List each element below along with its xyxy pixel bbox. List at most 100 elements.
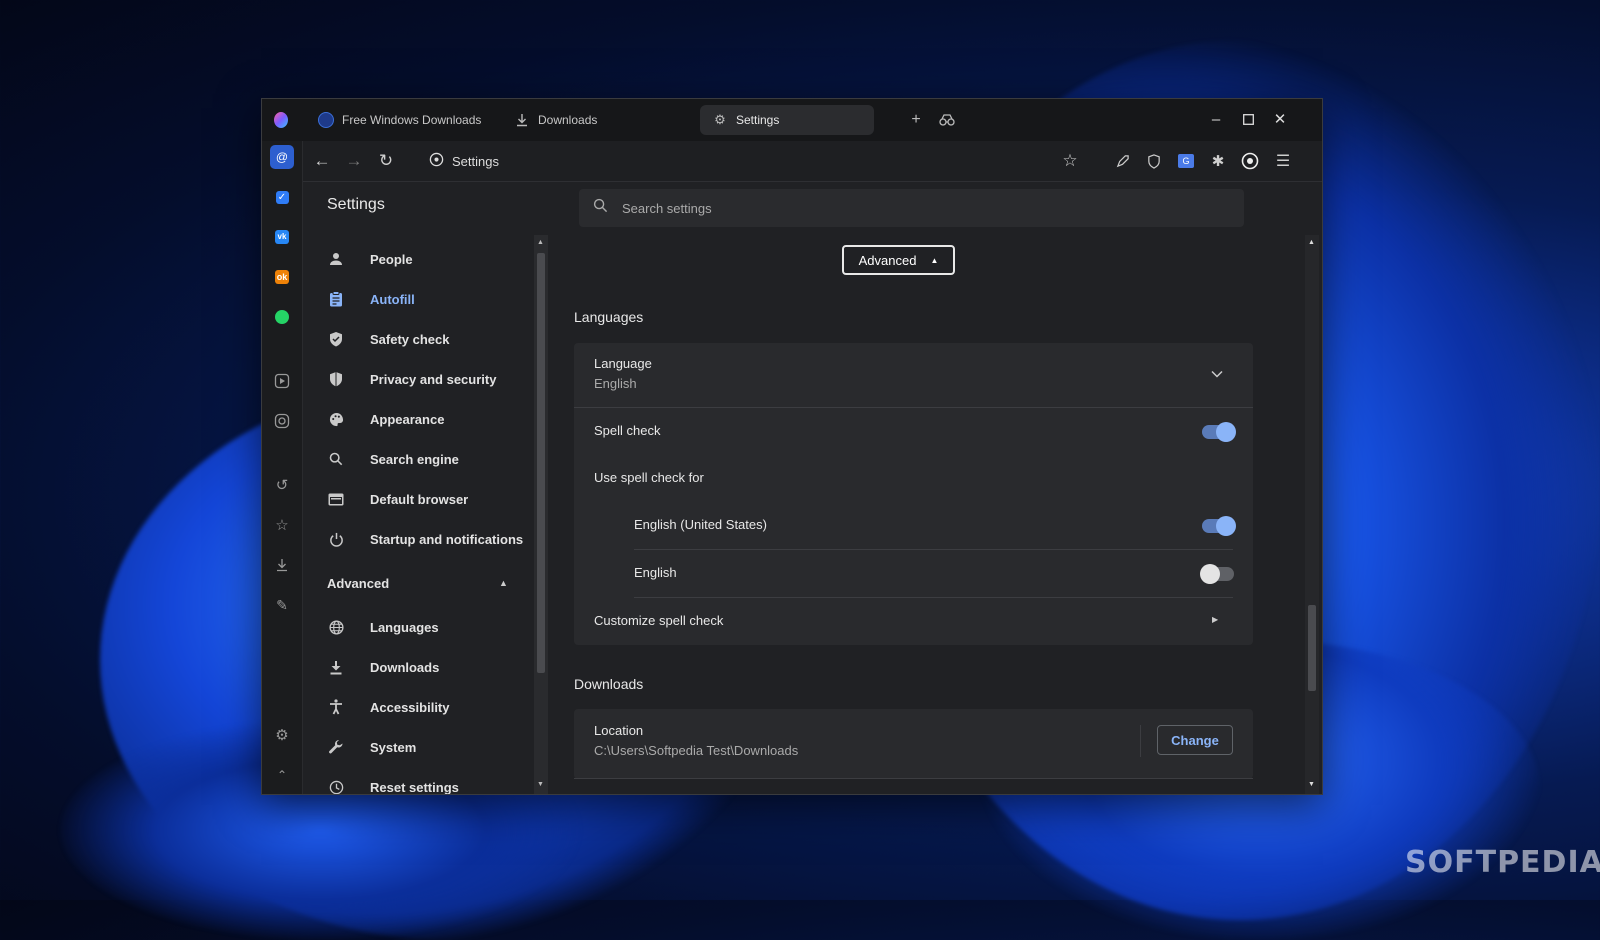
- search-icon: [593, 198, 608, 218]
- wrench-icon: [327, 738, 345, 756]
- scroll-thumb[interactable]: [537, 253, 545, 673]
- collapse-icon[interactable]: ⌃: [270, 763, 294, 787]
- nav-item-search-engine[interactable]: Search engine: [303, 441, 533, 477]
- nav-item-accessibility[interactable]: Accessibility: [303, 689, 533, 725]
- tab-free-windows-downloads[interactable]: Free Windows Downloads: [306, 105, 493, 135]
- nav-scrollbar[interactable]: ▲ ▼: [534, 235, 548, 794]
- address-text: Settings: [452, 153, 499, 169]
- section-title-languages: Languages: [574, 309, 644, 325]
- language-row[interactable]: Language English: [574, 343, 1253, 407]
- address-bar[interactable]: Settings: [429, 150, 499, 172]
- extensions-puzzle-icon[interactable]: ✱: [1208, 151, 1228, 171]
- rocket-icon[interactable]: [1112, 151, 1132, 171]
- languages-card: Language English Spell check Use spell c…: [574, 343, 1253, 645]
- reload-button[interactable]: ↻: [375, 150, 397, 172]
- title-bar: Free Windows Downloads Downloads ⚙ Setti…: [262, 99, 1322, 141]
- page-title: Settings: [327, 196, 385, 213]
- history-icon[interactable]: ↺: [270, 473, 294, 497]
- search-input[interactable]: [620, 199, 1184, 217]
- language-value: English: [594, 376, 637, 391]
- ok-icon[interactable]: ok: [270, 265, 294, 289]
- vk-icon[interactable]: vk: [270, 225, 294, 249]
- tab-label: Free Windows Downloads: [342, 113, 482, 127]
- minimize-button[interactable]: –: [1202, 107, 1230, 131]
- scroll-up-icon[interactable]: ▲: [1308, 239, 1315, 246]
- scroll-down-icon[interactable]: ▼: [1308, 781, 1315, 788]
- download-icon: [514, 112, 530, 128]
- scroll-up-icon[interactable]: ▲: [537, 239, 544, 246]
- tab-search-icon[interactable]: [936, 109, 958, 131]
- shield-icon: [327, 370, 345, 388]
- globe-icon: [318, 112, 334, 128]
- shield-check-icon: [327, 330, 345, 348]
- bookmark-star-icon[interactable]: ☆: [1060, 151, 1080, 171]
- shield-icon[interactable]: [1144, 151, 1164, 171]
- profile-icon[interactable]: [1240, 151, 1260, 171]
- content-scrollbar[interactable]: ▲ ▼: [1305, 235, 1319, 794]
- player-icon[interactable]: [270, 369, 294, 393]
- gear-icon: ⚙: [714, 112, 726, 127]
- back-button[interactable]: ←: [311, 150, 333, 172]
- spell-language-row[interactable]: English (United States): [574, 501, 1253, 549]
- clipboard-icon: [327, 290, 345, 308]
- nav-item-reset-settings[interactable]: Reset settings: [303, 769, 533, 794]
- mail-icon[interactable]: @: [270, 145, 294, 169]
- chevron-down-icon[interactable]: [1211, 365, 1223, 383]
- nav-item-safety-check[interactable]: Safety check: [303, 321, 533, 357]
- scroll-down-icon[interactable]: ▼: [537, 781, 544, 788]
- nav-item-appearance[interactable]: Appearance: [303, 401, 533, 437]
- nav-item-languages[interactable]: Languages: [303, 609, 533, 645]
- divider: [1140, 725, 1141, 757]
- nav-item-default-browser[interactable]: Default browser: [303, 481, 533, 517]
- reset-icon: [327, 778, 345, 794]
- tab-settings[interactable]: ⚙ Settings: [700, 105, 874, 135]
- nav-label: Reset settings: [370, 779, 459, 795]
- settings-icon[interactable]: ⚙: [270, 723, 294, 747]
- nav-label: People: [370, 251, 413, 267]
- nav-item-autofill[interactable]: Autofill: [303, 281, 533, 317]
- nav-section-advanced[interactable]: Advanced: [327, 576, 389, 591]
- spell-language-toggle[interactable]: [1200, 564, 1234, 584]
- download-icon: [327, 658, 345, 676]
- downloads-icon[interactable]: [270, 553, 294, 577]
- tasks-icon[interactable]: ✓: [270, 185, 294, 209]
- caret-up-icon[interactable]: ▲: [499, 578, 508, 588]
- spell-check-toggle[interactable]: [1202, 422, 1236, 442]
- whatsapp-icon[interactable]: [270, 305, 294, 329]
- person-icon: [327, 250, 345, 268]
- nav-item-privacy-and-security[interactable]: Privacy and security: [303, 361, 533, 397]
- change-location-button[interactable]: Change: [1157, 725, 1233, 755]
- spell-check-row[interactable]: Spell check: [574, 407, 1253, 455]
- spell-language-row[interactable]: English: [574, 549, 1253, 597]
- nav-item-downloads[interactable]: Downloads: [303, 649, 533, 685]
- new-tab-button[interactable]: +: [905, 109, 927, 131]
- translate-icon[interactable]: G: [1176, 151, 1196, 171]
- extensions-icon[interactable]: ✎: [270, 593, 294, 617]
- advanced-toggle-button[interactable]: Advanced ▲: [842, 245, 955, 275]
- search-icon: [327, 450, 345, 468]
- sidebar-apps: @ ✓ vk ok ↺ ☆ ✎ ⚙ ⌃: [262, 141, 303, 794]
- instagram-icon[interactable]: [270, 409, 294, 433]
- nav-item-people[interactable]: People: [303, 241, 533, 277]
- section-title-downloads: Downloads: [574, 676, 644, 692]
- nav-item-startup-and-notifications[interactable]: Startup and notifications: [303, 521, 533, 557]
- chevron-right-icon[interactable]: ▶: [1212, 615, 1218, 624]
- customize-spell-check-row[interactable]: Customize spell check ▶: [574, 597, 1253, 645]
- maximize-button[interactable]: [1234, 107, 1262, 131]
- scroll-thumb[interactable]: [1308, 605, 1316, 691]
- language-label: Language: [594, 356, 652, 371]
- nav-label: Search engine: [370, 451, 459, 467]
- nav-item-system[interactable]: System: [303, 729, 533, 765]
- browser-logo-icon[interactable]: [274, 112, 288, 128]
- palette-icon: [327, 410, 345, 428]
- spell-language-toggle[interactable]: [1202, 516, 1236, 536]
- search-settings[interactable]: [579, 189, 1244, 227]
- toolbar: ← → ↻ Settings ☆ G ✱ ☰: [303, 141, 1322, 182]
- tab-downloads[interactable]: Downloads: [502, 105, 609, 135]
- bookmarks-icon[interactable]: ☆: [270, 513, 294, 537]
- close-button[interactable]: ✕: [1266, 107, 1294, 131]
- browser-icon: [327, 490, 345, 508]
- menu-icon[interactable]: ☰: [1273, 151, 1293, 171]
- forward-button[interactable]: →: [343, 150, 365, 172]
- tab-label: Downloads: [538, 113, 598, 127]
